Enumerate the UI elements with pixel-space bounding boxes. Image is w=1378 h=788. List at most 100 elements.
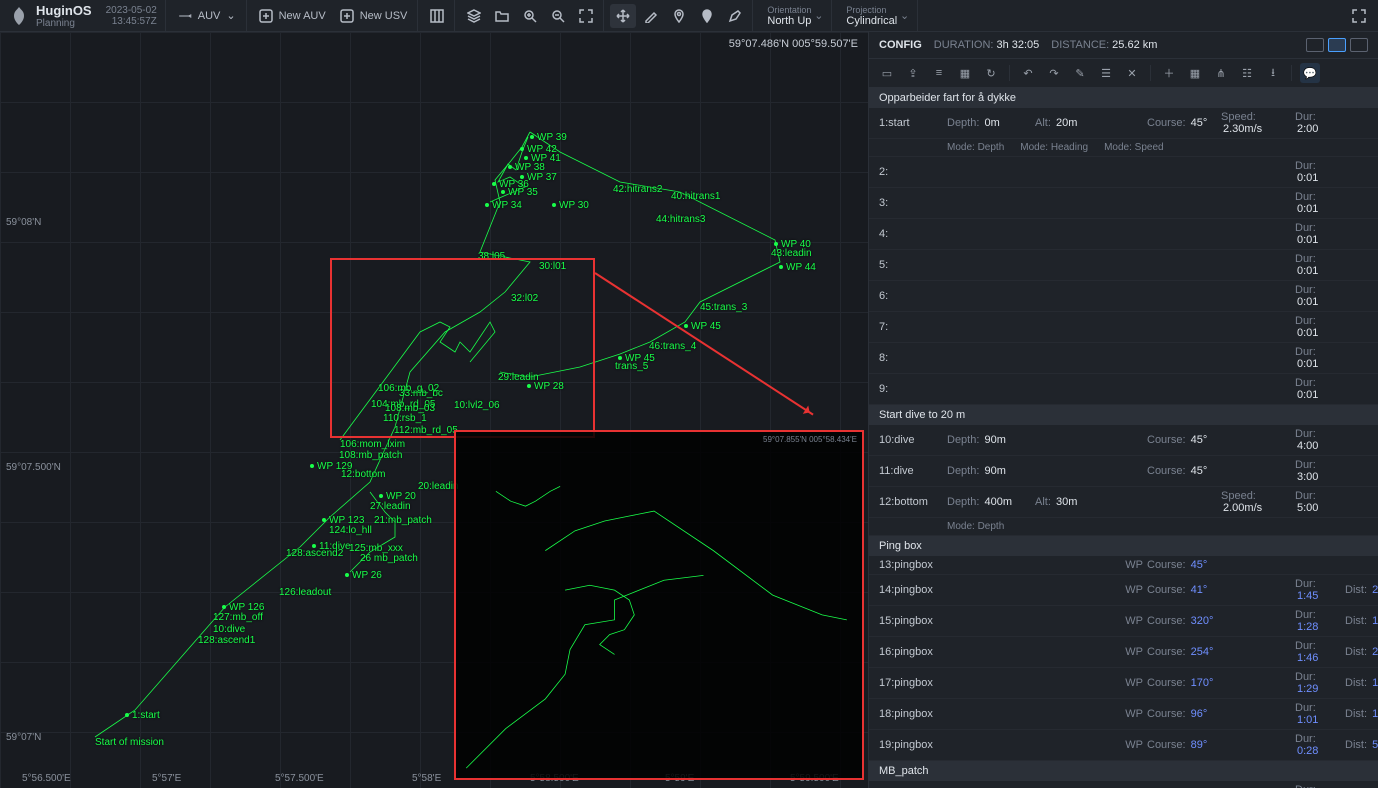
waypoint-label[interactable]: Start of mission xyxy=(95,737,164,748)
zoom-in-icon[interactable] xyxy=(517,4,543,28)
projection-dropdown[interactable]: Projection Cylindrical xyxy=(838,3,913,29)
waypoint-label[interactable]: 42:hitrans2 xyxy=(613,184,662,195)
save-icon[interactable]: ▦ xyxy=(955,63,975,83)
pin-tool-icon[interactable] xyxy=(666,4,692,28)
redo-icon[interactable]: ↷ xyxy=(1044,63,1064,83)
waypoint-label[interactable]: 46:trans_4 xyxy=(649,341,696,352)
mission-row[interactable]: 14:pingboxWPCourse: 41°Dur: 1:45Dist: 21… xyxy=(869,575,1378,606)
layout-right-icon[interactable] xyxy=(1350,38,1368,52)
layout-split-icon[interactable] xyxy=(1328,38,1346,52)
waypoint-label[interactable]: 20:leadin xyxy=(418,481,459,492)
mission-row[interactable]: 12:bottomDepth: 400mAlt: 30mSpeed: 2.00m… xyxy=(869,487,1378,518)
waypoint-label[interactable]: 40:hitrans1 xyxy=(671,191,720,202)
waypoint-label[interactable]: WP 41 xyxy=(524,153,561,164)
waypoint-label[interactable]: WP 30 xyxy=(552,200,589,211)
mission-row[interactable]: 10:diveDepth: 90mCourse: 45°Dur: 4:00••• xyxy=(869,425,1378,456)
close-icon[interactable]: ✕ xyxy=(1122,63,1142,83)
mission-row[interactable]: 16:pingboxWPCourse: 254°Dur: 1:46Dist: 2… xyxy=(869,637,1378,668)
download-icon[interactable]: ⭳ xyxy=(1263,63,1283,83)
add-icon[interactable]: ＋ xyxy=(1159,63,1179,83)
waypoint-label[interactable]: 27:leadin xyxy=(370,501,411,512)
expand-icon[interactable] xyxy=(573,4,599,28)
folder-icon[interactable] xyxy=(489,4,515,28)
waypoint-label[interactable]: 106:mb_g_02 xyxy=(378,383,439,394)
list-icon[interactable]: ☰ xyxy=(1096,63,1116,83)
mission-row[interactable]: 18:pingboxWPCourse: 96°Dur: 1:01Dist: 12… xyxy=(869,699,1378,730)
folder-open-icon[interactable]: ▭ xyxy=(877,63,897,83)
export-icon[interactable]: ⇪ xyxy=(903,63,923,83)
mission-row[interactable]: 13:pingboxWPCourse: 45°••• xyxy=(869,556,1378,575)
new-usv-button[interactable]: New USV xyxy=(334,4,414,28)
comment-icon[interactable]: 💬 xyxy=(1300,63,1320,83)
draw-tool-icon[interactable] xyxy=(638,4,664,28)
new-auv-button[interactable]: New AUV xyxy=(253,4,332,28)
waypoint-label[interactable]: 110:rsb_1 xyxy=(383,413,427,424)
waypoint-label[interactable]: trans_5 xyxy=(615,361,648,372)
map-canvas[interactable]: 59°07.486'N 005°59.507'E Start of missio… xyxy=(0,32,868,788)
columns-icon[interactable] xyxy=(424,4,450,28)
layers-icon[interactable] xyxy=(461,4,487,28)
waypoint-label[interactable]: 108:mb_patch xyxy=(339,450,402,461)
mission-row[interactable]: 3:Dur: 0:01••• xyxy=(869,188,1378,219)
waypoint-label[interactable]: 45:trans_3 xyxy=(700,302,747,313)
marker-tool-icon[interactable] xyxy=(694,4,720,28)
waypoint-label[interactable]: WP 37 xyxy=(520,172,557,183)
mission-row[interactable]: 4:Dur: 0:01••• xyxy=(869,219,1378,250)
waypoint-label[interactable]: 106:mom_lxim xyxy=(340,439,405,450)
refresh-icon[interactable]: ↻ xyxy=(981,63,1001,83)
waypoint-label[interactable]: 112:mb_rd_05 xyxy=(394,425,458,436)
waypoint-label[interactable]: 44:hitrans3 xyxy=(656,214,705,225)
mission-row[interactable]: 5:Dur: 0:01••• xyxy=(869,250,1378,281)
tree-icon[interactable]: ⋔ xyxy=(1211,63,1231,83)
mission-row[interactable]: 19:pingboxWPCourse: 89°Dur: 0:28Dist: 58… xyxy=(869,730,1378,761)
edit-tool-icon[interactable] xyxy=(722,4,748,28)
waypoint-label[interactable]: 32:l02 xyxy=(511,293,538,304)
zoom-out-icon[interactable] xyxy=(545,4,571,28)
waypoint-label[interactable]: WP 44 xyxy=(779,262,816,273)
waypoint-label[interactable]: WP 26 xyxy=(345,570,382,581)
mission-row[interactable]: 15:pingboxWPCourse: 320°Dur: 1:28Dist: 1… xyxy=(869,606,1378,637)
waypoint-label[interactable]: WP 39 xyxy=(530,132,567,143)
waypoint-label[interactable]: 38:l05 xyxy=(478,251,505,262)
waypoint-label[interactable]: 21:mb_patch xyxy=(374,515,432,526)
edit-icon[interactable]: ✎ xyxy=(1070,63,1090,83)
waypoint-label[interactable]: 10:dive xyxy=(213,624,245,635)
waypoint-label[interactable]: 126:leadout xyxy=(279,587,331,598)
mission-row[interactable]: 6:Dur: 0:01••• xyxy=(869,281,1378,312)
waypoint-label[interactable]: 30:l01 xyxy=(539,261,566,272)
layout-toggle[interactable] xyxy=(1306,38,1368,52)
waypoint-label[interactable]: 10:lvl2_06 xyxy=(454,400,500,411)
waypoint-label[interactable]: 43:leadin xyxy=(771,248,812,259)
waypoint-label[interactable]: 12:bottom xyxy=(341,469,385,480)
mission-row[interactable]: 2:Dur: 0:01EMPowerOn••• xyxy=(869,157,1378,188)
mission-row[interactable]: 8:Dur: 0:01••• xyxy=(869,343,1378,374)
orientation-dropdown[interactable]: Orientation North Up xyxy=(759,3,827,29)
waypoint-label[interactable]: 128:ascend1 xyxy=(198,635,255,646)
panel-title: CONFIG xyxy=(879,39,922,51)
waypoint-label[interactable]: WP 34 xyxy=(485,200,522,211)
mission-row[interactable]: 9:Dur: 0:01CsCPowerOn••• xyxy=(869,374,1378,405)
waypoint-label[interactable]: 127:mb_off xyxy=(213,612,263,623)
waypoint-label[interactable]: 128:ascend2 xyxy=(286,548,343,559)
layout-left-icon[interactable] xyxy=(1306,38,1324,52)
waypoint-label[interactable]: 26 mb_patch xyxy=(360,553,418,564)
waypoint-label[interactable]: 124:lo_hll xyxy=(329,525,372,536)
mission-row[interactable]: 1:startDepth: 0mAlt: 20mCourse: 45°Speed… xyxy=(869,108,1378,139)
move-tool-icon[interactable] xyxy=(610,4,636,28)
mission-row[interactable]: 20:leadinWPCourse: 211°Dur: 4:22Dist: 52… xyxy=(869,781,1378,788)
lon-label: 5°57'E xyxy=(152,773,181,784)
grid-icon[interactable]: ▦ xyxy=(1185,63,1205,83)
waypoint-label[interactable]: 108:mb_03 xyxy=(385,403,435,414)
waypoint-label[interactable]: 1:start xyxy=(125,710,160,721)
undo-icon[interactable]: ↶ xyxy=(1018,63,1038,83)
waypoint-label[interactable]: WP 28 xyxy=(527,381,564,392)
settings-icon[interactable]: ≡ xyxy=(929,63,949,83)
waypoint-label[interactable]: WP 45 xyxy=(684,321,721,332)
mission-row[interactable]: 7:Dur: 0:01••• xyxy=(869,312,1378,343)
mission-row[interactable]: 11:diveDepth: 90mCourse: 45°Dur: 3:00EMO… xyxy=(869,456,1378,487)
vehicle-selector[interactable]: AUV ⌄ xyxy=(172,4,242,28)
fullscreen-icon[interactable] xyxy=(1346,4,1372,28)
sort-icon[interactable]: ☷ xyxy=(1237,63,1257,83)
mission-rows[interactable]: Opparbeider fart for å dykke1:startDepth… xyxy=(869,88,1378,788)
mission-row[interactable]: 17:pingboxWPCourse: 170°Dur: 1:29Dist: 1… xyxy=(869,668,1378,699)
